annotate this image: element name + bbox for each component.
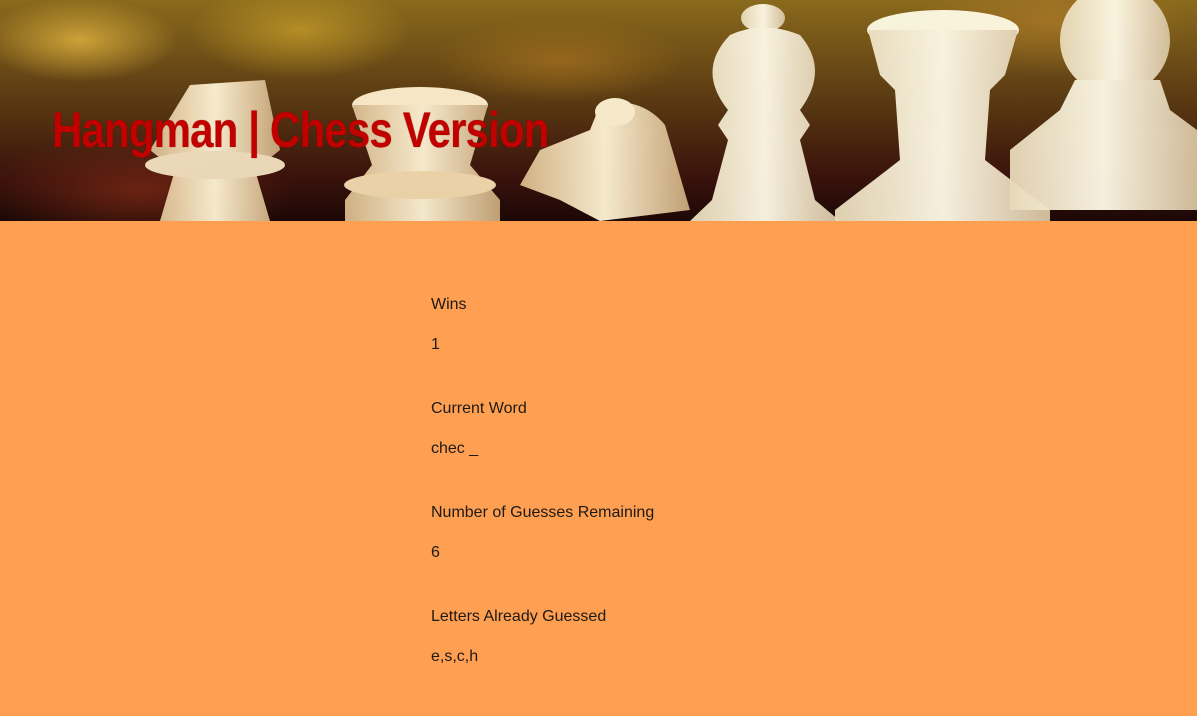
bishop-piece (690, 4, 840, 221)
pawn-piece (1010, 0, 1197, 210)
letters-guessed-label: Letters Already Guessed (431, 608, 607, 625)
wins-value: 1 (431, 336, 440, 353)
header-banner: Hangman | Chess Version (0, 0, 1197, 221)
guesses-remaining-value: 6 (431, 544, 440, 561)
guesses-remaining-label: Number of Guesses Remaining (431, 504, 655, 521)
wins-label: Wins (431, 296, 467, 313)
current-word-label: Current Word (431, 400, 527, 417)
current-word-value: chec _ (431, 440, 479, 457)
letters-guessed-value: e,s,c,h (431, 648, 479, 665)
page-title: Hangman | Chess Version (52, 102, 549, 158)
